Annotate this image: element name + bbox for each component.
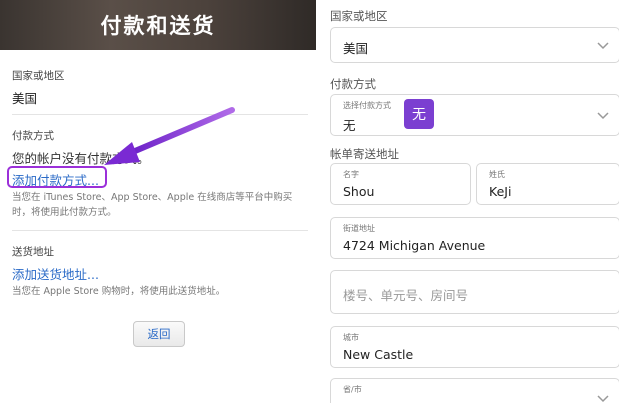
first-name-value: Shou: [343, 184, 375, 199]
payment-badge: 无: [404, 99, 434, 129]
street-value: 4724 Michigan Avenue: [343, 238, 486, 253]
chevron-down-icon: [597, 395, 609, 403]
first-name-field[interactable]: 名字 Shou: [330, 163, 471, 205]
country-select[interactable]: 美国: [330, 27, 619, 63]
country-value: 美国: [343, 41, 369, 56]
no-payment-text: 您的帐户没有付款方式。: [12, 151, 150, 166]
payment-label: 付款方式: [12, 130, 54, 142]
payment-select[interactable]: 选择付款方式 无: [330, 94, 619, 136]
unit-field[interactable]: 楼号、单元号、房间号: [330, 270, 619, 314]
chevron-down-icon: [597, 42, 609, 50]
billing-label: 帐单寄送地址: [330, 147, 399, 161]
payment-value: 无: [343, 118, 356, 133]
header-banner: 付款和送货: [0, 0, 316, 50]
shipping-label: 送货地址: [12, 246, 54, 258]
payment-shipping-panel: 付款和送货 国家或地区 美国 付款方式 您的帐户没有付款方式。 添加付款方式..…: [0, 0, 316, 403]
payment-label: 付款方式: [330, 77, 376, 91]
page-title: 付款和送货: [100, 14, 216, 38]
highlight-box: [7, 166, 107, 188]
last-name-value: KeJi: [489, 184, 512, 199]
unit-placeholder: 楼号、单元号、房间号: [343, 288, 469, 303]
street-field[interactable]: 街道地址 4724 Michigan Avenue: [330, 217, 619, 259]
chevron-down-icon: [597, 112, 609, 120]
street-label: 街道地址: [343, 224, 375, 233]
add-shipping-link[interactable]: 添加送货地址...: [12, 264, 99, 283]
state-select[interactable]: 省/市: [330, 378, 619, 403]
first-name-label: 名字: [343, 170, 359, 179]
back-button[interactable]: 返回: [133, 321, 185, 347]
divider: [12, 230, 308, 231]
billing-form-panel: 国家或地区 美国 付款方式 选择付款方式 无 无 帐单寄送地址 名字 Shou …: [320, 0, 619, 403]
country-label: 国家或地区: [12, 70, 65, 82]
country-value: 美国: [12, 91, 38, 106]
city-value: New Castle: [343, 347, 414, 362]
divider: [12, 114, 308, 115]
shipping-note: 当您在 Apple Store 购物时，将使用此送货地址。: [12, 286, 226, 297]
state-label: 省/市: [343, 385, 362, 394]
last-name-label: 姓氏: [489, 170, 505, 179]
city-label: 城市: [343, 333, 359, 342]
last-name-field[interactable]: 姓氏 KeJi: [476, 163, 619, 205]
payment-field-label: 选择付款方式: [343, 101, 391, 110]
country-label: 国家或地区: [330, 9, 388, 23]
city-field[interactable]: 城市 New Castle: [330, 326, 619, 368]
payment-note: 当您在 iTunes Store、App Store、Apple 在线商店等平台…: [12, 192, 293, 218]
